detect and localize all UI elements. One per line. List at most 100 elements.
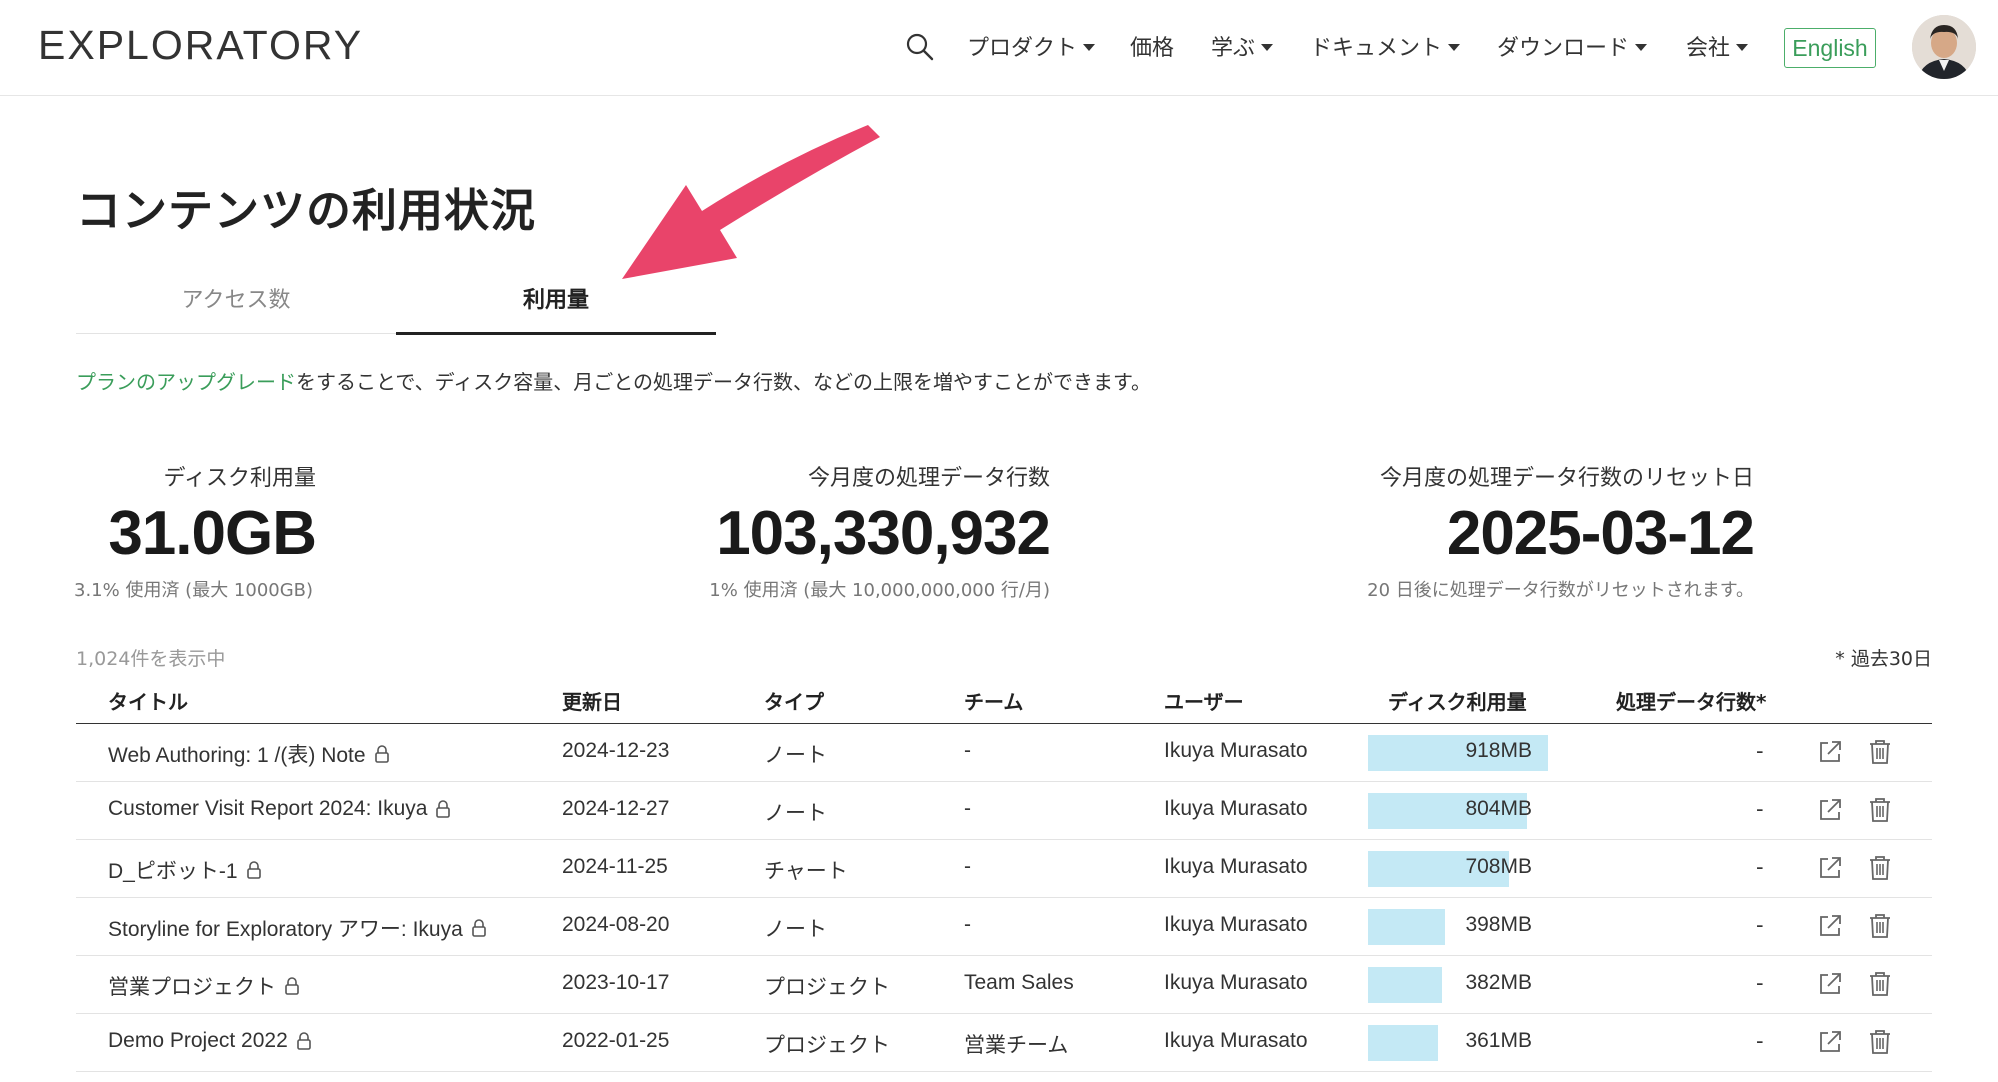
- trash-icon[interactable]: [1868, 912, 1892, 940]
- row-team: 営業チーム: [964, 1034, 1069, 1057]
- table-body: Web Authoring: 1 /(表) Note 2024-12-23 ノー…: [76, 724, 1932, 1072]
- row-processed-rows: -: [1756, 739, 1764, 763]
- row-title-text: 営業プロジェクト: [108, 976, 276, 999]
- trash-icon[interactable]: [1868, 796, 1892, 824]
- lock-icon: [374, 745, 389, 763]
- open-external-icon[interactable]: [1816, 738, 1844, 766]
- stat-disk-sub: 3.1% 使用済 (最大 1000GB): [74, 580, 314, 601]
- period-note: * 過去30日: [1835, 648, 1932, 670]
- row-title-text: Customer Visit Report 2024: Ikuya: [108, 797, 428, 820]
- row-title[interactable]: Web Authoring: 1 /(表) Note: [108, 739, 390, 769]
- plan-upgrade-link[interactable]: プランのアップグレード: [76, 370, 296, 394]
- nav-pricing-label: 価格: [1130, 36, 1175, 61]
- row-type: ノート: [764, 744, 827, 767]
- row-user: Ikuya Murasato: [1164, 1029, 1308, 1052]
- col-title[interactable]: タイトル: [108, 686, 188, 715]
- lock-icon: [246, 861, 261, 879]
- row-team: Team Sales: [964, 971, 1074, 994]
- stat-rows-sub: 1% 使用済 (最大 10,000,000,000 行/月): [709, 580, 1050, 601]
- trash-icon[interactable]: [1868, 738, 1892, 766]
- nav-company[interactable]: 会社: [1686, 30, 1749, 62]
- english-button[interactable]: English: [1784, 28, 1876, 68]
- stat-reset-value: 2025-03-12: [1446, 499, 1755, 568]
- col-team[interactable]: チーム: [964, 686, 1023, 715]
- tab-usage[interactable]: 利用量: [396, 278, 716, 335]
- stat-rows-label: 今月度の処理データ行数: [807, 466, 1050, 491]
- tab-access-count[interactable]: アクセス数: [76, 278, 396, 334]
- row-updated: 2023-10-17: [562, 971, 670, 994]
- row-title[interactable]: 営業プロジェクト: [108, 971, 300, 1001]
- nav-learn[interactable]: 学ぶ: [1211, 30, 1274, 62]
- row-type: ノート: [764, 918, 827, 941]
- lock-icon: [285, 977, 299, 995]
- chevron-down-icon: [1448, 43, 1461, 51]
- row-disk: 398MB: [1465, 913, 1532, 936]
- table-header: タイトル 更新日 タイプ チーム ユーザー ディスク利用量 処理データ行数*: [76, 680, 1932, 724]
- open-external-icon[interactable]: [1816, 970, 1844, 998]
- table-row: Web Authoring: 1 /(表) Note 2024-12-23 ノー…: [76, 724, 1932, 782]
- row-title-text: Web Authoring: 1 /(表) Note: [108, 744, 366, 767]
- trash-icon[interactable]: [1868, 970, 1892, 998]
- row-team: -: [964, 855, 971, 878]
- trash-icon[interactable]: [1868, 854, 1892, 882]
- upgrade-info-text: をすることで、ディスク容量、月ごとの処理データ行数、などの上限を増やすことができ…: [296, 370, 1151, 394]
- open-external-icon[interactable]: [1816, 796, 1844, 824]
- row-processed-rows: -: [1756, 971, 1764, 995]
- row-updated: 2022-01-25: [562, 1029, 670, 1052]
- chevron-down-icon: [1261, 43, 1274, 51]
- nav-company-label: 会社: [1686, 36, 1731, 61]
- chevron-down-icon: [1635, 43, 1648, 51]
- row-user: Ikuya Murasato: [1164, 855, 1308, 878]
- row-title-text: D_ピボット-1: [108, 860, 238, 883]
- row-disk: 708MB: [1465, 855, 1532, 878]
- table-row: 営業プロジェクト 2023-10-17 プロジェクト Team Sales Ik…: [76, 956, 1932, 1014]
- row-team: -: [964, 797, 971, 820]
- nav-learn-label: 学ぶ: [1211, 36, 1256, 61]
- table-row: D_ピボット-1 2024-11-25 チャート - Ikuya Murasat…: [76, 840, 1932, 898]
- table-row: Storyline for Exploratory アワー: Ikuya 202…: [76, 898, 1932, 956]
- nav-product[interactable]: プロダクト: [967, 30, 1096, 62]
- avatar[interactable]: [1912, 15, 1976, 79]
- search-icon[interactable]: [905, 32, 935, 62]
- annotation-arrow-icon: [622, 125, 880, 279]
- row-disk: 382MB: [1465, 971, 1532, 994]
- usage-table: タイトル 更新日 タイプ チーム ユーザー ディスク利用量 処理データ行数* W…: [76, 680, 1932, 1072]
- row-type: ノート: [764, 802, 827, 825]
- row-user: Ikuya Murasato: [1164, 971, 1308, 994]
- row-title[interactable]: Storyline for Exploratory アワー: Ikuya: [108, 913, 487, 943]
- open-external-icon[interactable]: [1816, 854, 1844, 882]
- row-user: Ikuya Murasato: [1164, 797, 1308, 820]
- logo[interactable]: EXPLORATORY: [38, 22, 363, 69]
- row-updated: 2024-08-20: [562, 913, 670, 936]
- row-disk: 918MB: [1465, 739, 1532, 762]
- lock-icon: [436, 800, 451, 818]
- row-title[interactable]: Customer Visit Report 2024: Ikuya: [108, 797, 451, 821]
- open-external-icon[interactable]: [1816, 1028, 1844, 1056]
- open-external-icon[interactable]: [1816, 912, 1844, 940]
- row-title[interactable]: Demo Project 2022: [108, 1029, 312, 1053]
- row-team: -: [964, 913, 971, 936]
- nav-documents[interactable]: ドキュメント: [1310, 30, 1461, 62]
- row-user: Ikuya Murasato: [1164, 739, 1308, 762]
- row-title[interactable]: D_ピボット-1: [108, 855, 262, 885]
- col-disk[interactable]: ディスク利用量: [1388, 686, 1527, 715]
- col-user[interactable]: ユーザー: [1164, 686, 1244, 715]
- row-updated: 2024-11-25: [562, 855, 668, 878]
- col-type[interactable]: タイプ: [764, 686, 824, 715]
- nav-pricing[interactable]: 価格: [1130, 30, 1174, 62]
- col-updated[interactable]: 更新日: [562, 686, 622, 715]
- row-user: Ikuya Murasato: [1164, 913, 1308, 936]
- row-processed-rows: -: [1756, 855, 1764, 879]
- lock-icon: [471, 919, 486, 937]
- nav-download-label: ダウンロード: [1497, 36, 1630, 61]
- stat-processed-rows: 今月度の処理データ行数 103,330,932 1% 使用済 (最大 10,00…: [700, 460, 1051, 602]
- stat-disk-usage: ディスク利用量 31.0GB 3.1% 使用済 (最大 1000GB): [74, 460, 317, 602]
- row-disk: 361MB: [1465, 1029, 1532, 1052]
- row-disk: 804MB: [1465, 797, 1532, 820]
- chevron-down-icon: [1083, 43, 1096, 51]
- col-rows[interactable]: 処理データ行数*: [1616, 686, 1766, 715]
- table-row: Demo Project 2022 2022-01-25 プロジェクト 営業チー…: [76, 1014, 1932, 1072]
- upgrade-info: プランのアップグレードをすることで、ディスク容量、月ごとの処理データ行数、などの…: [76, 366, 1151, 395]
- trash-icon[interactable]: [1868, 1028, 1892, 1056]
- nav-download[interactable]: ダウンロード: [1497, 30, 1648, 62]
